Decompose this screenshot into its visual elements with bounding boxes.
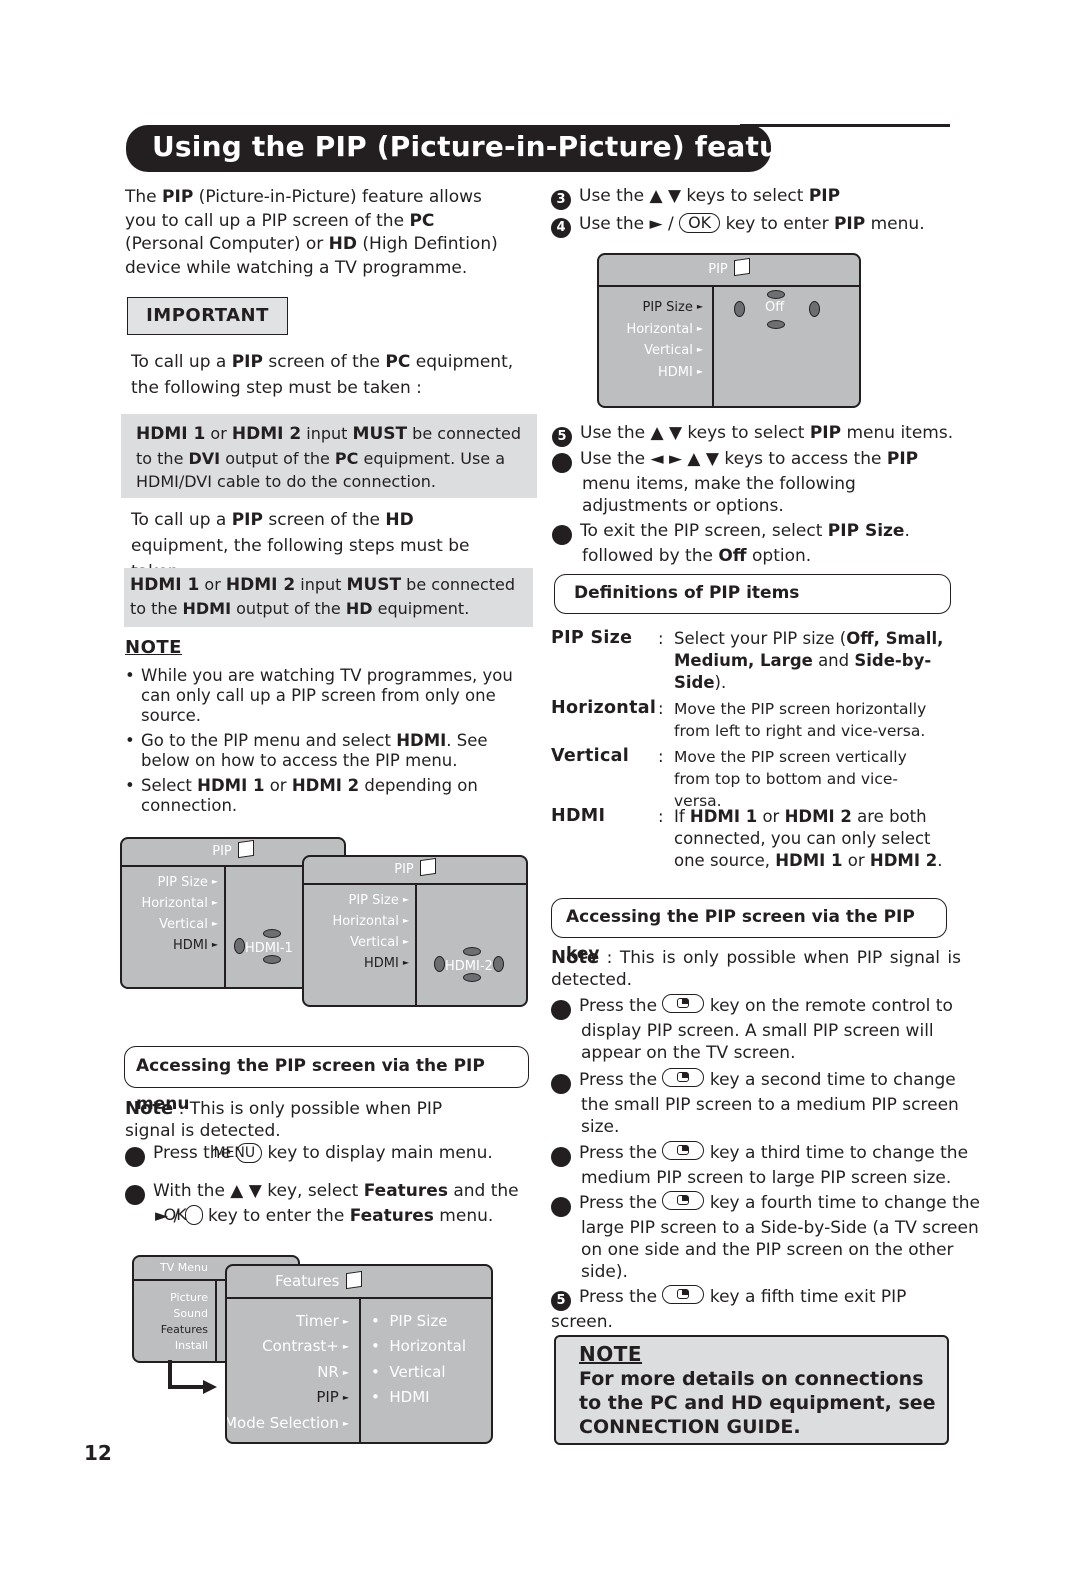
pip-icon — [733, 257, 750, 277]
via-menu-heading: Accessing the PIP screen via the PIP men… — [124, 1046, 529, 1114]
down-arrow-icon — [263, 955, 281, 964]
menu-item: Install — [174, 1339, 208, 1352]
important-label: IMPORTANT — [127, 297, 288, 335]
menu-item-selected: PIP Size ► — [642, 300, 704, 315]
menu-value: HDMI-1 — [234, 938, 293, 956]
menu-item: Horizontal ► — [141, 896, 218, 911]
page-title-banner: Using the PIP (Picture-in-Picture) featu… — [126, 125, 812, 172]
menu-item: Contrast+ ► — [262, 1337, 349, 1355]
menu-item: Vertical ► — [159, 917, 218, 932]
via-menu-step-5: 5 Use the ▲ ▼ keys to select PIP menu ite… — [552, 422, 962, 447]
menu-item-selected: HDMI ► — [173, 938, 218, 953]
via-key-step-2: 2 Press the key a second time to change t… — [541, 1068, 959, 1137]
down-arrow-icon — [767, 320, 785, 329]
menu-item: PIP Size ► — [157, 875, 219, 890]
menu-item: NR ► — [317, 1363, 349, 1381]
note-bullet: Select HDMI 1 or HDMI 2 depending on con… — [125, 776, 515, 816]
via-key-note: Note : This is only possible when PIP si… — [551, 947, 961, 990]
up-arrow-icon — [263, 929, 281, 938]
menu-item: Horizontal ► — [332, 914, 409, 929]
via-menu-step-3: 3 Use the ▲ ▼ keys to select PIP — [551, 185, 951, 210]
right-arrow-icon — [809, 301, 820, 317]
submenu-item: • HDMI — [371, 1388, 430, 1406]
right-arrow-icon — [492, 956, 504, 972]
connection-note-heading: NOTE — [579, 1342, 643, 1366]
menu-header: PIP — [599, 255, 859, 287]
menu-item-selected: PIP ► — [316, 1388, 349, 1406]
menu-item: Picture — [170, 1291, 208, 1304]
submenu-item: • Horizontal — [371, 1337, 466, 1355]
pip-key-icon — [662, 1191, 705, 1210]
via-key-step-4: 4 Press the key a fourth time to change t… — [541, 1191, 980, 1282]
arrow-connector-icon — [168, 1360, 217, 1394]
menu-item: Sound — [173, 1307, 208, 1320]
via-menu-step-7: 7 To exit the PIP screen, select PIP Size… — [542, 521, 910, 566]
pc-connection-box: HDMI 1 or HDMI 2 input MUST be connected… — [121, 414, 537, 498]
menu-divider — [224, 865, 226, 987]
menu-item: Vertical ► — [350, 935, 409, 950]
submenu-item: • PIP Size — [371, 1312, 448, 1330]
ok-key-icon: OK — [679, 213, 721, 233]
down-arrow-icon — [463, 973, 481, 982]
via-menu-step-1: 1 Press the MENU key to display main menu… — [115, 1142, 555, 1167]
intro-paragraph: The PIP (Picture-in-Picture) feature all… — [125, 187, 498, 278]
menu-item: Horizontal ► — [626, 322, 703, 337]
note-heading: NOTE — [125, 637, 182, 658]
menu-value: HDMI-2 — [434, 956, 504, 974]
via-key-step-3: 3 Press the key a third time to change th… — [541, 1141, 969, 1188]
menu-item: HDMI ► — [658, 365, 703, 380]
via-menu-step-4: 4 Use the ► / OK key to enter PIP menu. — [551, 213, 951, 238]
left-arrow-icon — [734, 301, 745, 317]
pip-key-icon — [662, 1068, 705, 1087]
menu-item: PIP Size ► — [348, 893, 410, 908]
menu-divider — [359, 1297, 361, 1442]
pip-key-icon — [662, 1285, 705, 1304]
up-arrow-icon — [463, 947, 481, 956]
pip-key-icon — [662, 1141, 705, 1160]
pip-key-icon — [662, 994, 705, 1013]
via-menu-step-2: 2 With the ▲ ▼ key, select Features and t… — [115, 1181, 519, 1226]
menu-header: Features — [227, 1266, 491, 1299]
pip-menu-hdmi2: PIP PIP Size ► Horizontal ► Vertical ► HDMI… — [302, 855, 528, 1007]
note-bullet: Go to the PIP menu and select HDMI. See … — [125, 731, 515, 771]
ok-key-icon: OK — [164, 1205, 203, 1225]
note-bullet: While you are watching TV programmes, yo… — [125, 666, 515, 726]
menu-key-icon: MENU — [213, 1143, 263, 1163]
page-number: 12 — [84, 1441, 112, 1465]
menu-divider — [215, 1279, 217, 1361]
features-menu: Features Timer ► Contrast+ ► NR ► PIP ► Mode… — [225, 1264, 493, 1444]
menu-item: Vertical ► — [644, 343, 703, 358]
left-arrow-icon — [434, 956, 445, 972]
menu-item: Timer ► — [295, 1312, 349, 1330]
pc-intro: To call up a PIP screen of the PC equipm… — [131, 352, 514, 398]
menu-item-selected: HDMI ► — [364, 956, 409, 971]
menu-value: Off — [765, 300, 785, 315]
menu-divider — [712, 285, 714, 406]
note-list: While you are watching TV programmes, yo… — [125, 666, 515, 821]
hd-connection-box: HDMI 1 or HDMI 2 input MUST be connected… — [124, 568, 533, 627]
via-key-heading: Accessing the PIP screen via the PIP key — [551, 898, 947, 964]
features-icon — [345, 1270, 362, 1290]
menu-divider — [415, 883, 417, 1005]
up-arrow-icon — [767, 290, 785, 299]
pip-menu-off: PIP PIP Size ► Horizontal ► Vertical ► HDMI… — [597, 253, 861, 408]
menu-item-selected: Features — [160, 1323, 208, 1336]
left-arrow-icon — [234, 938, 245, 954]
via-menu-step-6: 6 Use the ◄ ► ▲ ▼ keys to access the PIP … — [542, 449, 919, 516]
title-rule — [740, 124, 950, 127]
page-title: Using the PIP (Picture-in-Picture) featu… — [152, 130, 813, 163]
connection-note-text: For more details on connections to the P… — [579, 1368, 936, 1438]
menu-header: PIP — [304, 857, 526, 885]
connection-note-box: NOTE For more details on connections to … — [554, 1335, 949, 1445]
via-menu-note: Note : This is only possible when PIP si… — [125, 1098, 443, 1141]
submenu-item: • Vertical — [371, 1363, 446, 1381]
pip-icon — [237, 839, 254, 859]
definitions-heading: Definitions of PIP items — [554, 574, 951, 614]
pip-icon — [419, 857, 436, 877]
via-key-step-1: 1 Press the key on the remote control to … — [541, 994, 953, 1063]
via-key-step-5: 5 Press the key a fifth time exit PIP scr… — [551, 1285, 907, 1332]
menu-item: Mode Selection ► — [225, 1414, 349, 1432]
